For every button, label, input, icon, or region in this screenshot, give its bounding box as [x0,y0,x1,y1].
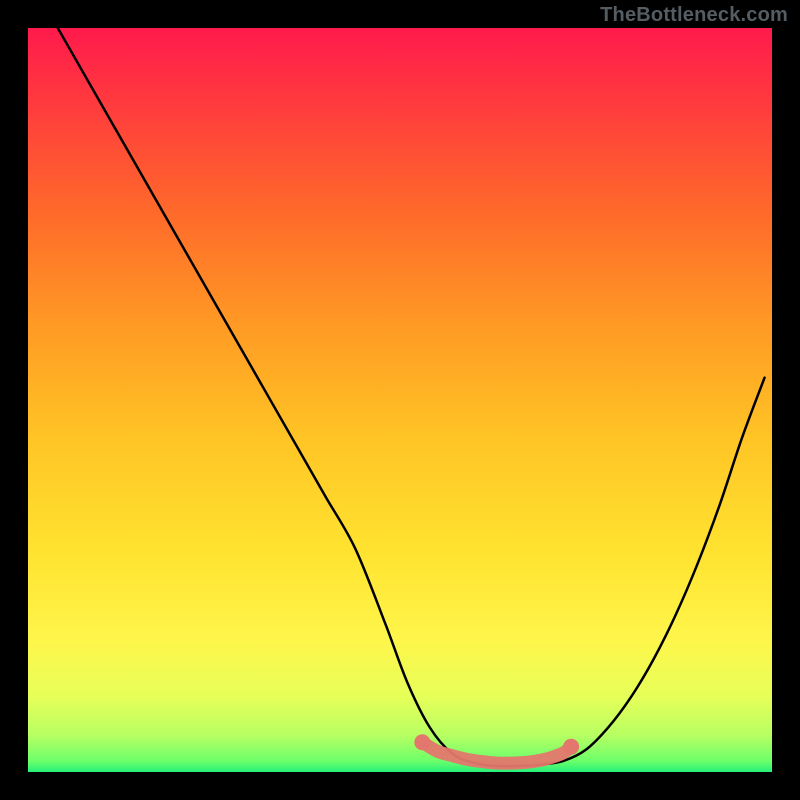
watermark-text: TheBottleneck.com [600,4,788,27]
plot-area [28,28,772,772]
chart-svg [28,28,772,772]
chart-frame: TheBottleneck.com [0,0,800,800]
highlight-end-dot [563,739,579,755]
highlight-start-dot [414,734,430,750]
